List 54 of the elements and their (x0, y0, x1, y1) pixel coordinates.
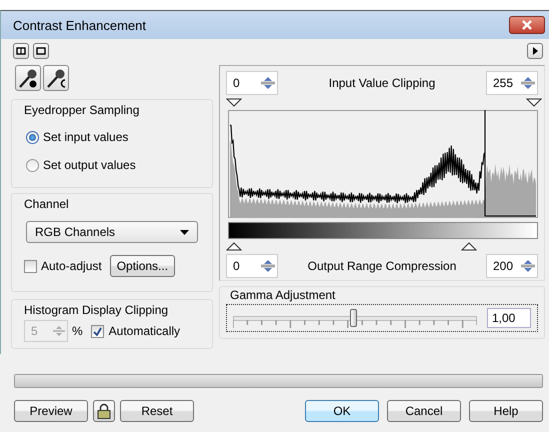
group-title: Gamma Adjustment (230, 288, 336, 302)
split-view-icon (16, 47, 26, 55)
channel-dropdown[interactable]: RGB Channels (26, 221, 198, 243)
checkbox[interactable] (24, 260, 37, 272)
checkbox-label: Auto-adjust (41, 259, 102, 273)
spin-arrows-icon[interactable] (261, 74, 275, 92)
input-clipping-label: Input Value Clipping (328, 76, 436, 90)
flyout-button[interactable] (527, 43, 543, 59)
input-low-spinbox[interactable]: 0 (226, 71, 278, 95)
eyedropper-icon (17, 67, 39, 89)
slider-thumb[interactable] (350, 309, 357, 327)
unit-label: % (72, 324, 83, 338)
radio-button[interactable] (26, 158, 39, 172)
spin-arrows-icon[interactable] (261, 257, 275, 275)
checkbox-label: Automatically (108, 324, 180, 338)
single-view-icon (36, 47, 46, 55)
output-high-marker-icon[interactable] (461, 242, 478, 251)
close-button[interactable] (509, 16, 545, 34)
close-icon (521, 20, 533, 30)
spin-arrows-icon[interactable] (521, 74, 535, 92)
radio-label: Set output values (43, 158, 136, 172)
spin-arrows-icon[interactable] (521, 257, 535, 275)
eyedropper-icon (45, 67, 67, 89)
input-high-marker-icon[interactable] (526, 98, 542, 107)
dialog-button[interactable]: OK (305, 400, 379, 422)
dialog-button[interactable]: Help (469, 400, 543, 422)
options-button[interactable]: Options... (110, 255, 176, 277)
radio-option[interactable]: Set output values (20, 151, 204, 179)
group-title: Histogram Display Clipping (24, 303, 170, 317)
play-icon (531, 47, 539, 55)
reset-button[interactable]: Reset (120, 400, 194, 422)
input-low-marker-icon[interactable] (226, 98, 242, 107)
output-low-marker-icon[interactable] (226, 242, 242, 251)
output-low-spinbox[interactable]: 0 (226, 254, 278, 278)
output-high-spinbox[interactable]: 200 (486, 254, 538, 278)
lock-icon (97, 403, 111, 419)
window-title: Contrast Enhancement (13, 18, 147, 32)
radio-option[interactable]: Set input values (20, 123, 204, 151)
preview-button[interactable]: Preview (14, 400, 88, 422)
group-title: Channel (24, 197, 70, 211)
eyedropper-button[interactable] (15, 65, 41, 91)
output-range-label: Output Range Compression (306, 259, 458, 273)
split-view-button[interactable] (13, 43, 29, 59)
caret-icon (180, 230, 189, 234)
dialog-button[interactable]: Cancel (387, 400, 461, 422)
group-title: Eyedropper Sampling (24, 103, 140, 117)
radio-label: Set input values (43, 130, 128, 144)
lock-button[interactable] (93, 400, 115, 422)
single-view-button[interactable] (33, 43, 49, 59)
eyedropper-button[interactable] (43, 65, 69, 91)
gamma-value-field[interactable]: 1,00 (487, 308, 531, 328)
input-high-spinbox[interactable]: 255 (486, 71, 538, 95)
radio-button[interactable] (26, 130, 39, 144)
gamma-slider[interactable] (233, 307, 477, 329)
